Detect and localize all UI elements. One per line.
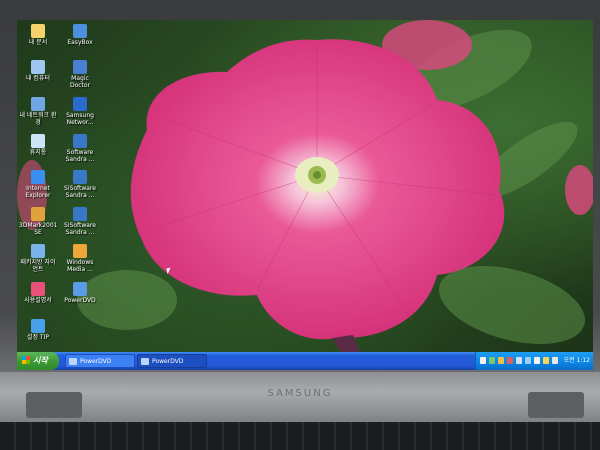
desktop-icon-internet-explorer[interactable]: Internet Explorer <box>19 170 57 199</box>
system-tray: 오전 1:12 <box>475 352 593 370</box>
taskbar-button-powerdvd[interactable]: PowerDVD <box>65 354 135 368</box>
tray-misc-icon[interactable] <box>552 357 558 364</box>
taskbar-button-label: PowerDVD <box>152 358 184 365</box>
game-icon <box>31 244 45 258</box>
desktop-icon-samsung-network[interactable]: Samsung Networ... <box>61 97 99 126</box>
tray-security-icon[interactable] <box>507 357 513 364</box>
my-computer-icon <box>31 60 45 74</box>
taskbar-button-label: PowerDVD <box>80 358 112 365</box>
taskbar: 시작 PowerDVD PowerDVD 오전 1:12 <box>17 352 593 370</box>
internet-explorer-icon <box>31 170 45 184</box>
desktop-icon-windows-media[interactable]: Windows Media ... <box>61 244 99 273</box>
tray-display-icon[interactable] <box>516 357 522 364</box>
samsung-network-icon <box>73 97 87 111</box>
start-button[interactable]: 시작 <box>17 352 59 370</box>
windows-logo-icon <box>22 356 30 364</box>
sandra-icon <box>73 170 87 184</box>
desktop-icon-my-computer[interactable]: 내 컴퓨터 <box>19 60 57 82</box>
easybox-icon <box>73 24 87 38</box>
desktop-icon-label: Internet Explorer <box>25 185 51 199</box>
desktop-icon-recycle-bin[interactable]: 휴지통 <box>19 134 57 156</box>
tray-network-icon[interactable] <box>489 357 495 364</box>
recycle-bin-icon <box>31 134 45 148</box>
desktop-icon-label: Samsung Networ... <box>66 112 94 126</box>
brand-logo: SAMSUNG <box>267 388 333 399</box>
tray-input-icon[interactable] <box>534 357 540 364</box>
desktop-icon-label: 내 네트워크 환경 <box>19 112 57 126</box>
desktop-icon-tip[interactable]: 설정 TIP <box>19 319 57 341</box>
manual-icon <box>31 282 45 296</box>
powerdvd-icon <box>141 358 149 365</box>
tray-volume-icon[interactable] <box>525 357 531 364</box>
tray-arrow-icon[interactable] <box>480 357 486 364</box>
sandra-icon <box>73 134 87 148</box>
desktop-icon-network[interactable]: 내 네트워크 환경 <box>19 97 57 126</box>
tray-power-icon[interactable] <box>498 357 504 364</box>
powerdvd-icon <box>69 358 77 365</box>
desktop-icon-label: 3DMark2001 SE <box>19 222 58 236</box>
desktop-icon-label: 휴지통 <box>29 149 47 156</box>
desktop-icon-manual[interactable]: 사용설명서 <box>19 282 57 304</box>
desktop-icon-label: 내 문서 <box>28 39 48 46</box>
desktop-icon-label: PowerDVD <box>64 297 96 304</box>
desktop-icon-label: Magic Doctor <box>69 75 91 89</box>
desktop-icon-game[interactable]: 패키지방 자이언트 <box>19 244 57 273</box>
3dmark-icon <box>31 207 45 221</box>
sandra-icon <box>73 207 87 221</box>
network-places-icon <box>31 97 45 111</box>
desktop-icon-magic-doctor[interactable]: Magic Doctor <box>61 60 99 89</box>
my-documents-icon <box>31 24 45 38</box>
powerdvd-icon <box>73 282 87 296</box>
keyboard <box>0 422 600 450</box>
desktop-icon-label: Software Sandra ... <box>65 149 95 163</box>
windows-media-icon <box>73 244 87 258</box>
desktop-icon-label: SiSoftware Sandra ... <box>64 185 96 199</box>
desktop-screen: 내 문서 EasyBox 내 컴퓨터 Magic Doctor 내 네트워크 환… <box>17 20 593 370</box>
desktop-icon-label: Windows Media ... <box>66 259 94 273</box>
desktop-icon-label: 사용설명서 <box>24 297 52 304</box>
taskbar-button-powerdvd-active[interactable]: PowerDVD <box>137 354 207 368</box>
start-label: 시작 <box>33 356 48 365</box>
magic-doctor-icon <box>73 60 87 74</box>
desktop-icon-3dmark[interactable]: 3DMark2001 SE <box>19 207 58 236</box>
desktop-icon-label: SiSoftware Sandra ... <box>64 222 96 236</box>
desktop-icon-label: EasyBox <box>67 39 93 46</box>
desktop-icon-sandra-3[interactable]: SiSoftware Sandra ... <box>61 207 99 236</box>
tip-icon <box>31 319 45 333</box>
desktop-icon-my-documents[interactable]: 내 문서 <box>19 24 57 46</box>
desktop-icon-label: 내 컴퓨터 <box>26 75 50 82</box>
wallpaper-petunia <box>130 39 505 370</box>
tray-messenger-icon[interactable] <box>543 357 549 364</box>
desktop-icon-label: 설정 TIP <box>26 334 49 341</box>
desktop-icon-label: 패키지방 자이언트 <box>20 259 56 273</box>
desktop-icon-easybox[interactable]: EasyBox <box>61 24 99 46</box>
mouse-cursor-icon <box>166 267 172 275</box>
clock[interactable]: 오전 1:12 <box>564 352 590 370</box>
desktop-icon-powerdvd[interactable]: PowerDVD <box>61 282 99 304</box>
desktop-icon-sandra-1[interactable]: Software Sandra ... <box>61 134 99 163</box>
desktop-icon-sandra-2[interactable]: SiSoftware Sandra ... <box>61 170 99 199</box>
